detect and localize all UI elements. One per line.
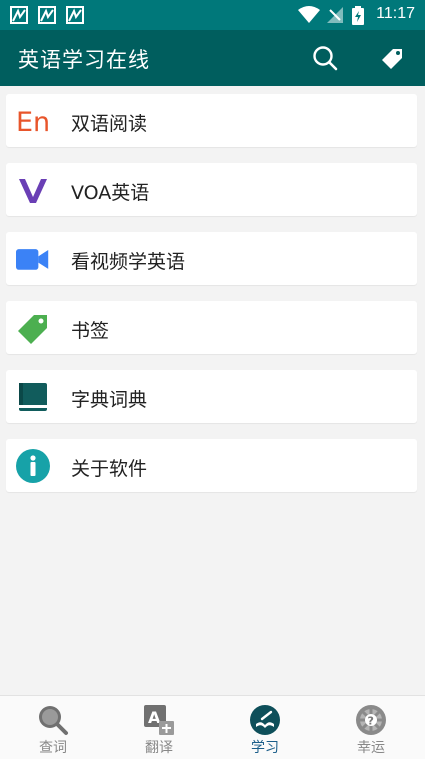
book-icon [19,383,47,411]
video-camera-icon [16,249,49,270]
tab-label: 翻译 [145,740,173,756]
menu-item-label: VOA英语 [71,182,150,204]
svg-text:En: En [16,107,50,138]
tab-label: 幸运 [357,740,385,756]
tab-lucky[interactable]: ? 幸运 [318,696,424,759]
tab-lookup[interactable]: 查词 [0,696,106,759]
tab-label: 学习 [251,740,279,756]
menu-item-voa-english[interactable]: VOA英语 [6,163,417,216]
info-icon [16,449,50,483]
lucky-wheel-icon: ? [356,705,386,735]
menu-item-label: 看视频学英语 [71,251,186,273]
menu-item-label: 书签 [71,320,110,342]
tab-translate[interactable]: A 翻译 [106,696,212,759]
menu-item-label: 字典词典 [71,389,148,411]
study-icon [250,705,280,735]
voa-logo-icon [19,179,47,203]
bottom-navigation: 查词 A 翻译 学习 ? 幸运 [0,695,425,759]
status-bar: 11:17 [0,0,425,30]
app-bar: 英语学习在线 [0,30,425,86]
app-title: 英语学习在线 [18,48,150,72]
menu-item-bookmarks[interactable]: 书签 [6,301,417,354]
translate-icon: A [144,705,174,735]
menu-item-dictionary[interactable]: 字典词典 [6,370,417,423]
en-logo-icon: En [16,107,50,138]
tab-study[interactable]: 学习 [212,696,318,759]
notification-icon [10,6,28,24]
battery-charging-icon [352,6,364,25]
menu-item-label: 双语阅读 [71,113,148,135]
cell-signal-icon [327,7,343,23]
bookmark-tag-icon [18,315,47,344]
menu-list: En 双语阅读 VOA英语 看视频学英语 书签 字典词典 关于软件 [6,94,417,508]
status-time: 11:17 [376,5,415,22]
menu-item-video-english[interactable]: 看视频学英语 [6,232,417,285]
menu-item-label: 关于软件 [71,458,148,480]
wifi-icon [298,6,320,23]
bookmark-tag-icon[interactable] [378,44,406,72]
tab-label: 查词 [39,740,67,756]
svg-text:?: ? [368,715,374,728]
menu-item-bilingual-reading[interactable]: En 双语阅读 [6,94,417,147]
notification-icon [38,6,56,24]
notification-icon [66,6,84,24]
menu-item-about[interactable]: 关于软件 [6,439,417,492]
search-icon[interactable] [311,44,339,72]
search-icon [39,706,68,735]
